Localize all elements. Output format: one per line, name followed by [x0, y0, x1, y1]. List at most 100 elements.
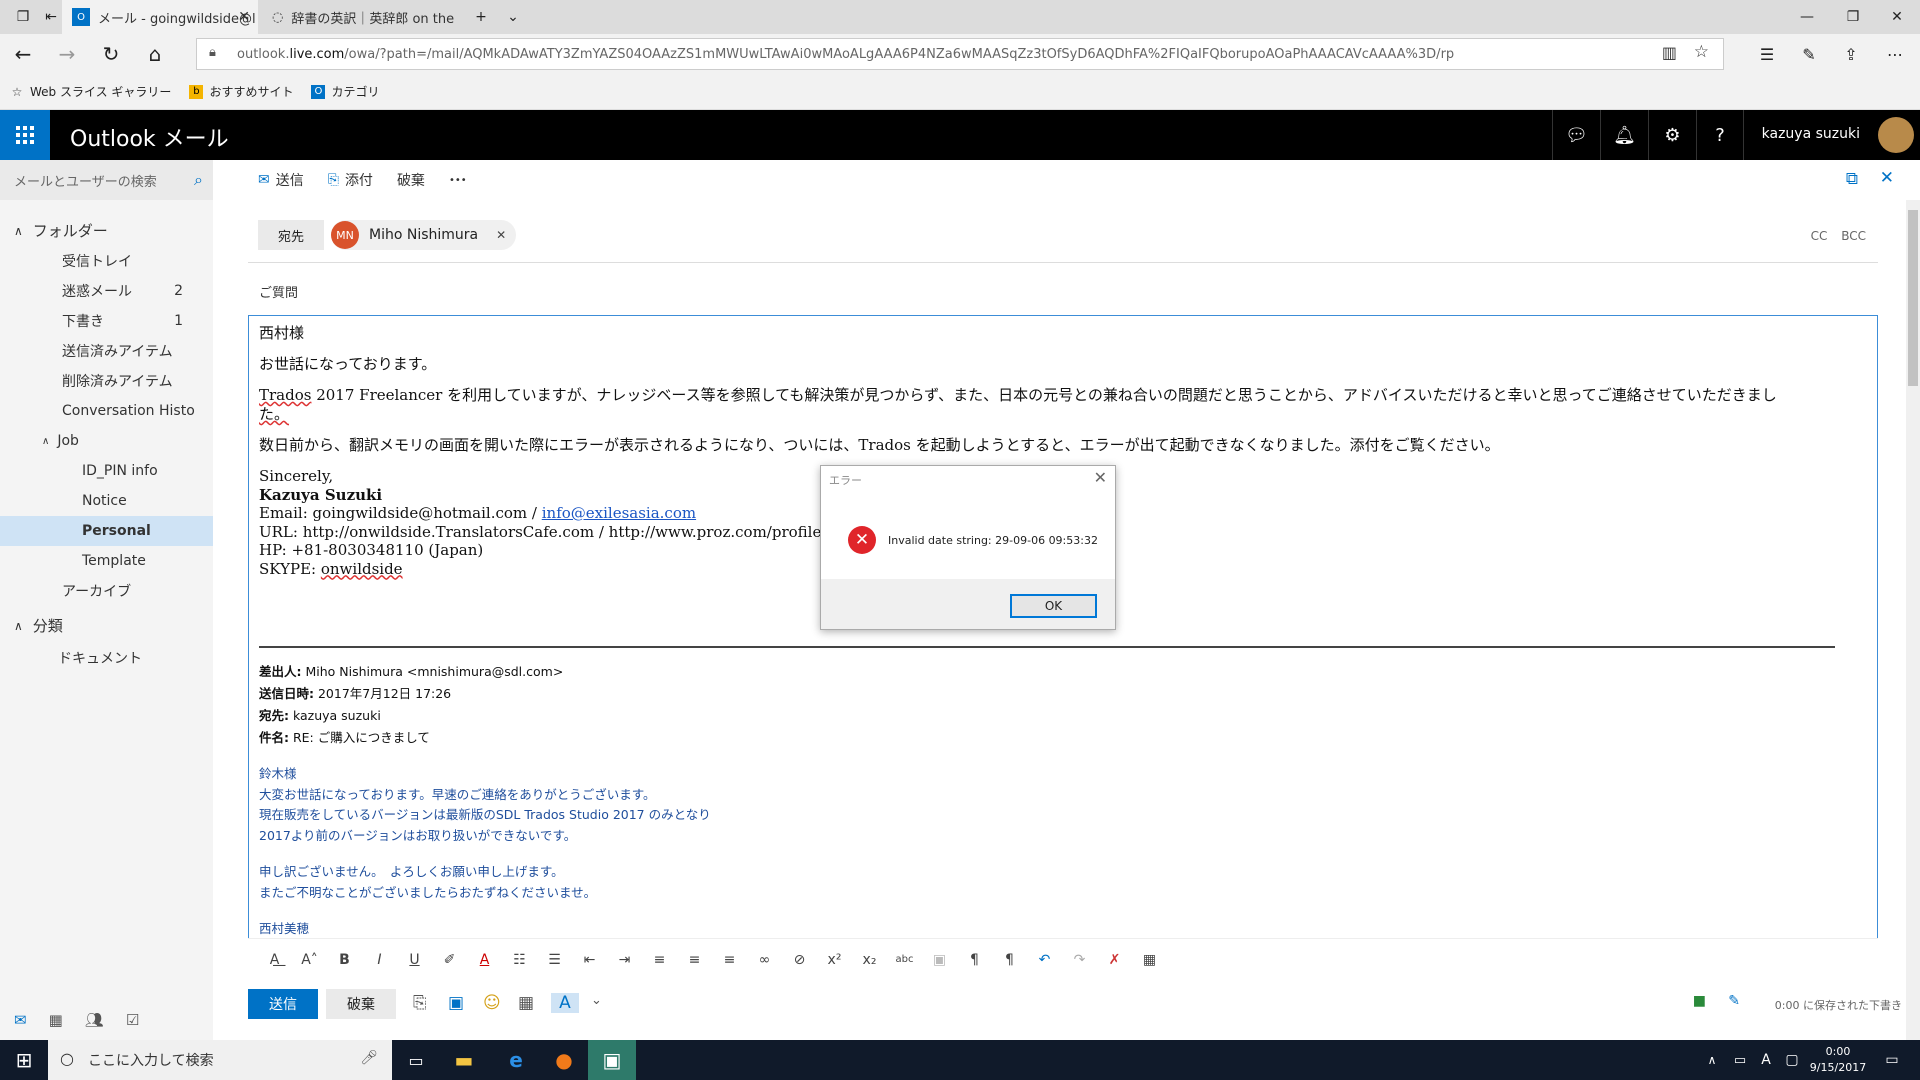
align-center-icon[interactable]: ≡ — [684, 952, 705, 968]
insert-picture-icon[interactable]: ▣ — [448, 993, 464, 1013]
avatar[interactable] — [1878, 117, 1914, 153]
link-icon[interactable]: ∞ — [754, 952, 775, 968]
bold-icon[interactable]: B — [334, 952, 355, 968]
help-icon[interactable]: ? — [1696, 110, 1744, 160]
decrease-indent-icon[interactable]: ⇤ — [579, 952, 600, 968]
remove-link-icon[interactable]: ⊘ — [789, 952, 810, 968]
paperclip-icon[interactable]: ⎘ — [413, 993, 427, 1013]
send-button[interactable]: 送信 — [248, 989, 318, 1019]
folder-template[interactable]: Template — [0, 546, 213, 576]
back-icon[interactable]: ← — [8, 40, 38, 68]
clear-format-icon[interactable]: ✗ — [1104, 952, 1125, 968]
restore-icon[interactable]: ❐ — [1830, 0, 1876, 34]
close-window-icon[interactable]: ✕ — [1874, 0, 1920, 34]
tab-eijiro[interactable]: ◌ 辞書の英訳｜英辞郎 on the — [262, 0, 462, 34]
forward-icon[interactable]: → — [52, 40, 82, 68]
bell-icon[interactable]: 🔔︎ — [1600, 110, 1648, 160]
folders-header[interactable]: ∧ フォルダー — [14, 220, 108, 241]
image-icon[interactable]: ▣ — [929, 952, 950, 968]
ok-button[interactable]: OK — [1010, 594, 1097, 618]
pen-icon[interactable]: ✎ — [1794, 40, 1824, 68]
chevron-down-icon[interactable]: ⌄ — [591, 993, 602, 1008]
refresh-icon[interactable]: ↻ — [96, 40, 126, 68]
folder-sent[interactable]: 送信済みアイテム — [0, 336, 213, 366]
superscript-icon[interactable]: x² — [824, 952, 845, 968]
folder-archive[interactable]: アーカイブ — [0, 576, 213, 606]
mail-icon[interactable]: ✉ — [14, 1011, 27, 1029]
star-icon[interactable]: ☆ — [1694, 42, 1709, 62]
favorite-web-slice[interactable]: ☆ Web スライス ギャラリー — [10, 83, 172, 100]
strikethrough-icon[interactable]: abc — [894, 954, 915, 965]
pop-out-icon[interactable]: ⧉ — [1846, 169, 1858, 189]
scrollbar[interactable] — [1906, 200, 1920, 1040]
firefox-icon[interactable]: ● — [540, 1040, 588, 1080]
font-size-icon[interactable]: A˄ — [299, 952, 320, 968]
url-field[interactable]: 🔒︎ outlook. live.com/owa/?path=/mail/AQMk… — [196, 38, 1724, 70]
home-icon[interactable]: ⌂ — [140, 40, 170, 68]
folder-inbox[interactable]: 受信トレイ — [0, 246, 213, 276]
chevron-down-icon[interactable]: ⌄ — [490, 0, 536, 34]
edge-icon[interactable]: e — [492, 1040, 540, 1080]
folder-drafts[interactable]: 下書き 1 — [0, 306, 213, 336]
table-icon[interactable]: ▦ — [1139, 952, 1160, 968]
folder-personal[interactable]: Personal — [0, 516, 213, 546]
trados-icon[interactable]: ▣ — [588, 1040, 636, 1080]
subject-field[interactable]: ご質問 — [259, 282, 298, 301]
clock[interactable]: 0:00 9/15/2017 — [1808, 1044, 1868, 1076]
app-icon[interactable]: ■ — [1693, 993, 1706, 1009]
numbering-icon[interactable]: ☰ — [544, 952, 565, 968]
file-explorer-icon[interactable]: ▬ — [440, 1040, 488, 1080]
tasks-icon[interactable]: ☑ — [126, 1011, 139, 1029]
highlight-icon[interactable]: ✐ — [439, 952, 460, 968]
folder-junk[interactable]: 迷惑メール 2 — [0, 276, 213, 306]
windows-start-icon[interactable]: ⊞ — [0, 1040, 48, 1080]
favorite-recommended[interactable]: b おすすめサイト — [189, 83, 293, 100]
attach-button[interactable]: ⎘ 添付 — [328, 170, 373, 190]
align-left-icon[interactable]: ≡ — [649, 952, 670, 968]
to-button[interactable]: 宛先 — [258, 220, 324, 250]
font-icon[interactable]: A͟ — [264, 952, 285, 968]
more-options-button[interactable]: ••• — [449, 175, 467, 186]
increase-indent-icon[interactable]: ⇥ — [614, 952, 635, 968]
message-body-editor[interactable]: 西村様 お世話になっております。 Trados 2017 Freelancer … — [248, 315, 1878, 980]
align-right-icon[interactable]: ≡ — [719, 952, 740, 968]
emoji-icon[interactable]: ☺ — [483, 993, 501, 1013]
send-button[interactable]: ✉ 送信 — [258, 170, 304, 190]
reading-view-icon[interactable]: ▥ — [1662, 43, 1677, 62]
favorites-hub-icon[interactable]: ☰ — [1752, 40, 1782, 68]
email-link[interactable]: info@exilesasia.com — [542, 504, 696, 522]
taskbar-search[interactable]: ○ ここに入力して検索 🎤︎ — [48, 1040, 392, 1080]
more-icon[interactable]: ⋯ — [1880, 40, 1910, 68]
categories-header[interactable]: ∧ 分類 — [14, 615, 63, 636]
scrollbar-thumb[interactable] — [1908, 210, 1918, 386]
italic-icon[interactable]: I — [369, 952, 390, 968]
close-icon[interactable]: ✕ — [1094, 468, 1107, 487]
notifications-icon[interactable]: ▭ — [1868, 1040, 1916, 1080]
undo-icon[interactable]: ↶ — [1034, 952, 1055, 968]
app-launcher-icon[interactable] — [0, 110, 50, 160]
close-icon[interactable]: ✕ — [1880, 168, 1894, 188]
tab-outlook[interactable]: O メール - goingwildside@l ✕ — [62, 0, 258, 34]
people-icon[interactable]: 👥︎ — [85, 1011, 104, 1029]
calendar-icon[interactable]: ▦ — [518, 993, 534, 1013]
font-color-icon[interactable]: A — [474, 952, 495, 968]
ltr-icon[interactable]: ¶ — [964, 952, 985, 968]
bullets-icon[interactable]: ☷ — [509, 952, 530, 968]
folder-notice[interactable]: Notice — [0, 486, 213, 516]
formatting-icon[interactable]: A — [551, 993, 579, 1013]
folder-id-pin-info[interactable]: ID_PIN info — [0, 456, 213, 486]
recipient-chip[interactable]: MN Miho Nishimura ✕ — [331, 220, 517, 250]
remove-recipient-icon[interactable]: ✕ — [496, 228, 506, 242]
chat-icon[interactable]: 💬︎ — [1552, 110, 1600, 160]
search-icon[interactable]: ⌕ — [194, 170, 203, 190]
underline-icon[interactable]: U — [404, 952, 425, 968]
share-icon[interactable]: ⇪ — [1836, 40, 1866, 68]
folder-conversation-history[interactable]: Conversation Histo — [0, 396, 213, 426]
calendar-icon[interactable]: ▦ — [49, 1011, 63, 1029]
microphone-icon[interactable]: 🎤︎ — [360, 1050, 378, 1066]
folder-job[interactable]: ∧ Job — [0, 426, 213, 456]
subscript-icon[interactable]: x₂ — [859, 952, 880, 968]
rtl-icon[interactable]: ¶ — [999, 952, 1020, 968]
search-input[interactable]: メールとユーザーの検索 ⌕ — [0, 160, 213, 200]
minimize-icon[interactable]: — — [1784, 0, 1830, 34]
